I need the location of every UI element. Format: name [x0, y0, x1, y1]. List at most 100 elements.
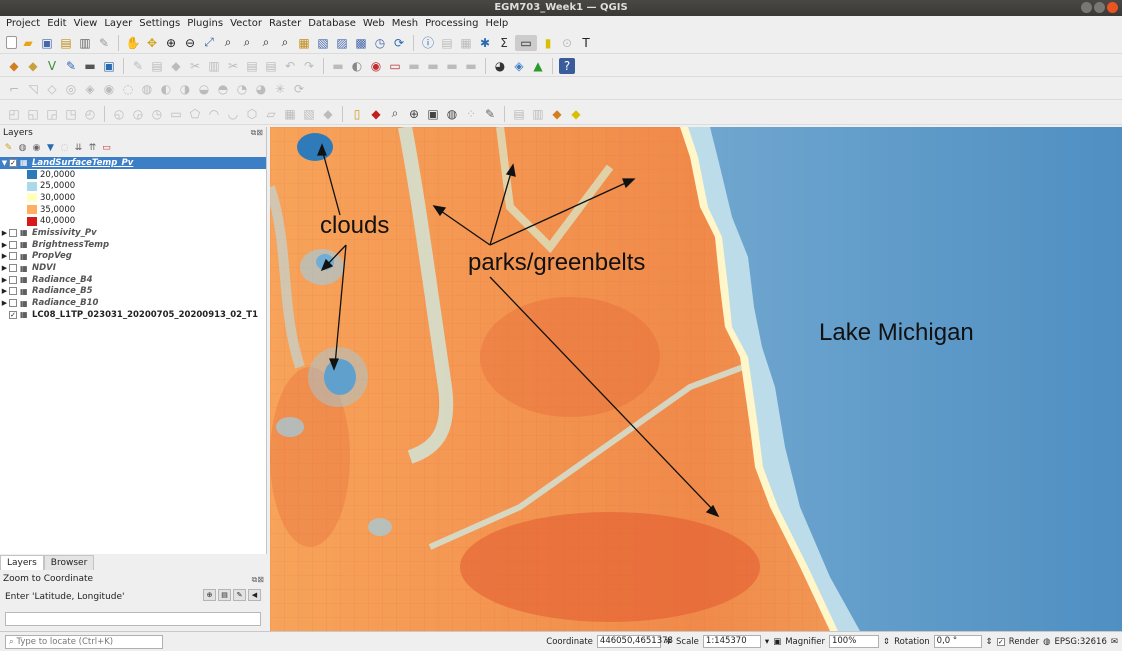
menu-edit[interactable]: Edit [45, 16, 71, 32]
manage-themes-icon[interactable]: ◉ [31, 143, 42, 153]
collapse-all-icon[interactable]: ⇈ [87, 143, 98, 153]
identify-icon[interactable]: ⓘ [420, 35, 436, 51]
select-location-icon[interactable]: ◴ [82, 106, 98, 122]
zoom-native-icon[interactable]: ⌕ [258, 35, 274, 51]
plugin-table-icon[interactable]: ▤ [511, 106, 527, 122]
magnifier-spin-icon[interactable]: ⇕ [883, 637, 890, 647]
toggle-editing-icon[interactable]: ✎ [130, 58, 146, 74]
tab-layers[interactable]: Layers [0, 555, 44, 570]
vertex-tool-icon[interactable]: ✂ [187, 58, 203, 74]
zoom-last-icon[interactable]: ⌕ [277, 35, 293, 51]
layer-item-lc08[interactable]: ✓ ▦ LC08_L1TP_023031_20200705_20200913_0… [0, 309, 266, 321]
rotation-spin-icon[interactable]: ⇕ [986, 637, 993, 647]
open-attribute-table-icon[interactable]: ▤ [439, 35, 455, 51]
layer-item-brightnesstemp[interactable]: ▶ ▦ BrightnessTemp [0, 239, 266, 251]
offset-curve-icon[interactable]: ◑ [177, 81, 193, 97]
menu-plugins[interactable]: Plugins [185, 16, 228, 32]
new-map-view-icon[interactable]: ▧ [315, 35, 331, 51]
zoom-out-icon[interactable]: ⊖ [182, 35, 198, 51]
remove-layer-icon[interactable]: ▭ [101, 143, 112, 153]
save-as-icon[interactable]: ▤ [58, 35, 74, 51]
plugin-dots-icon[interactable]: ⁘ [463, 106, 479, 122]
cut-features-icon[interactable]: ✂ [225, 58, 241, 74]
add-group-icon[interactable]: ◍ [17, 143, 28, 153]
gps-icon[interactable]: ⊕ [406, 106, 422, 122]
style-layer-icon[interactable]: ✎ [3, 143, 14, 153]
tab-browser[interactable]: Browser [43, 555, 95, 570]
plugin-globe-icon[interactable]: ◍ [444, 106, 460, 122]
map-tips-icon[interactable]: ▮ [540, 35, 556, 51]
annotation-shape-icon[interactable]: ▱ [263, 106, 279, 122]
zoom-selection-icon[interactable]: ⌕ [220, 35, 236, 51]
collapse-arrow-icon[interactable]: ▼ [0, 159, 9, 167]
coordinate-field[interactable]: 446050,4651378 [596, 635, 673, 648]
filter-expression-icon[interactable]: ◌ [59, 143, 70, 153]
expand-arrow-icon[interactable]: ▶ [0, 299, 9, 307]
save-edits-icon[interactable]: ▤ [149, 58, 165, 74]
shape-digitize-icon[interactable]: ◵ [111, 106, 127, 122]
scale-field[interactable]: 1:145370 [702, 635, 761, 648]
menu-settings[interactable]: Settings [137, 16, 185, 32]
layer-checkbox[interactable]: ✓ [9, 158, 17, 167]
ellipse-tool-icon[interactable]: ◷ [149, 106, 165, 122]
regular-polygon-icon[interactable]: ⬡ [244, 106, 260, 122]
messages-icon[interactable]: ✉ [1111, 637, 1118, 647]
mountain-plugin-icon[interactable]: ▲ [530, 58, 546, 74]
zoom-go-icon[interactable]: ⊕ [203, 589, 216, 601]
maximize-button[interactable] [1094, 2, 1105, 13]
add-part-icon[interactable]: ◈ [82, 81, 98, 97]
rotate-symbols-icon[interactable]: ✳ [272, 81, 288, 97]
coordinate-capture-icon[interactable]: ⌕ [387, 106, 403, 122]
zoom-next-icon[interactable]: ▦ [296, 35, 312, 51]
zoom-full-icon[interactable]: ⤢ [201, 35, 217, 51]
close-button[interactable] [1107, 2, 1118, 13]
expand-arrow-icon[interactable]: ▶ [0, 241, 9, 249]
label-tool-icon[interactable]: ▬ [330, 58, 346, 74]
save-project-icon[interactable]: ▣ [39, 35, 55, 51]
rotation-field[interactable]: 0,0 ° [933, 635, 982, 648]
add-feature-icon[interactable]: ◆ [168, 58, 184, 74]
statistics-icon[interactable]: Σ [496, 35, 512, 51]
add-vector-layer-icon[interactable]: V [44, 58, 60, 74]
select-features-icon[interactable]: ◰ [6, 106, 22, 122]
data-source-manager-icon[interactable]: ◆ [6, 58, 22, 74]
mesh-edit-icon[interactable]: ▧ [301, 106, 317, 122]
text-annotation-icon[interactable]: T [578, 35, 594, 51]
processing-toolbox-icon[interactable]: ✱ [477, 35, 493, 51]
delete-selected-icon[interactable]: ▥ [206, 58, 222, 74]
copy-features-icon[interactable]: ▤ [244, 58, 260, 74]
filter-icon[interactable]: ▼ [45, 143, 56, 153]
print-layout-icon[interactable]: ▥ [77, 35, 93, 51]
plugin-view-icon[interactable]: ▥ [530, 106, 546, 122]
add-db-layer-icon[interactable]: ▬ [82, 58, 98, 74]
label-pin-icon[interactable]: ◉ [368, 58, 384, 74]
magnifier-field[interactable]: 100% [828, 635, 879, 648]
zoom-layer-icon[interactable]: ⌕ [239, 35, 255, 51]
label-highlight-icon[interactable]: ▭ [387, 58, 403, 74]
new-project-icon[interactable] [6, 36, 17, 49]
crs-button[interactable]: EPSG:32616 [1054, 637, 1106, 647]
label-show-icon[interactable]: ▬ [463, 58, 479, 74]
lock-scale-icon[interactable]: ▣ [773, 637, 781, 647]
menu-raster[interactable]: Raster [267, 16, 306, 32]
add-ring-icon[interactable]: ◎ [63, 81, 79, 97]
panel-float-close-icons[interactable]: ⧉⊠ [252, 575, 264, 585]
map-canvas[interactable]: clouds parks/greenbelts Lake Michigan [270, 127, 1122, 631]
menu-view[interactable]: View [72, 16, 103, 32]
locator-search[interactable]: ⌕ Type to locate (Ctrl+K) [5, 634, 163, 649]
deselect-icon[interactable]: ◲ [44, 106, 60, 122]
label-change-icon[interactable]: ▬ [444, 58, 460, 74]
label-rotate-icon[interactable]: ▬ [425, 58, 441, 74]
eraser-icon[interactable]: ◆ [320, 106, 336, 122]
menu-database[interactable]: Database [306, 16, 361, 32]
bookmark-icon[interactable]: ▩ [353, 35, 369, 51]
curve-tool-icon[interactable]: ◡ [225, 106, 241, 122]
measure-icon[interactable]: ▭ [515, 34, 537, 51]
menu-layer[interactable]: Layer [102, 16, 137, 32]
render-checkbox[interactable]: ✓ [996, 637, 1005, 646]
undo-icon[interactable]: ↶ [282, 58, 298, 74]
new-geopackage-icon[interactable]: ◆ [25, 58, 41, 74]
split-features-icon[interactable]: ◒ [196, 81, 212, 97]
snapping-icon[interactable]: ⌐ [6, 81, 22, 97]
pan-to-selection-icon[interactable]: ✥ [144, 35, 160, 51]
